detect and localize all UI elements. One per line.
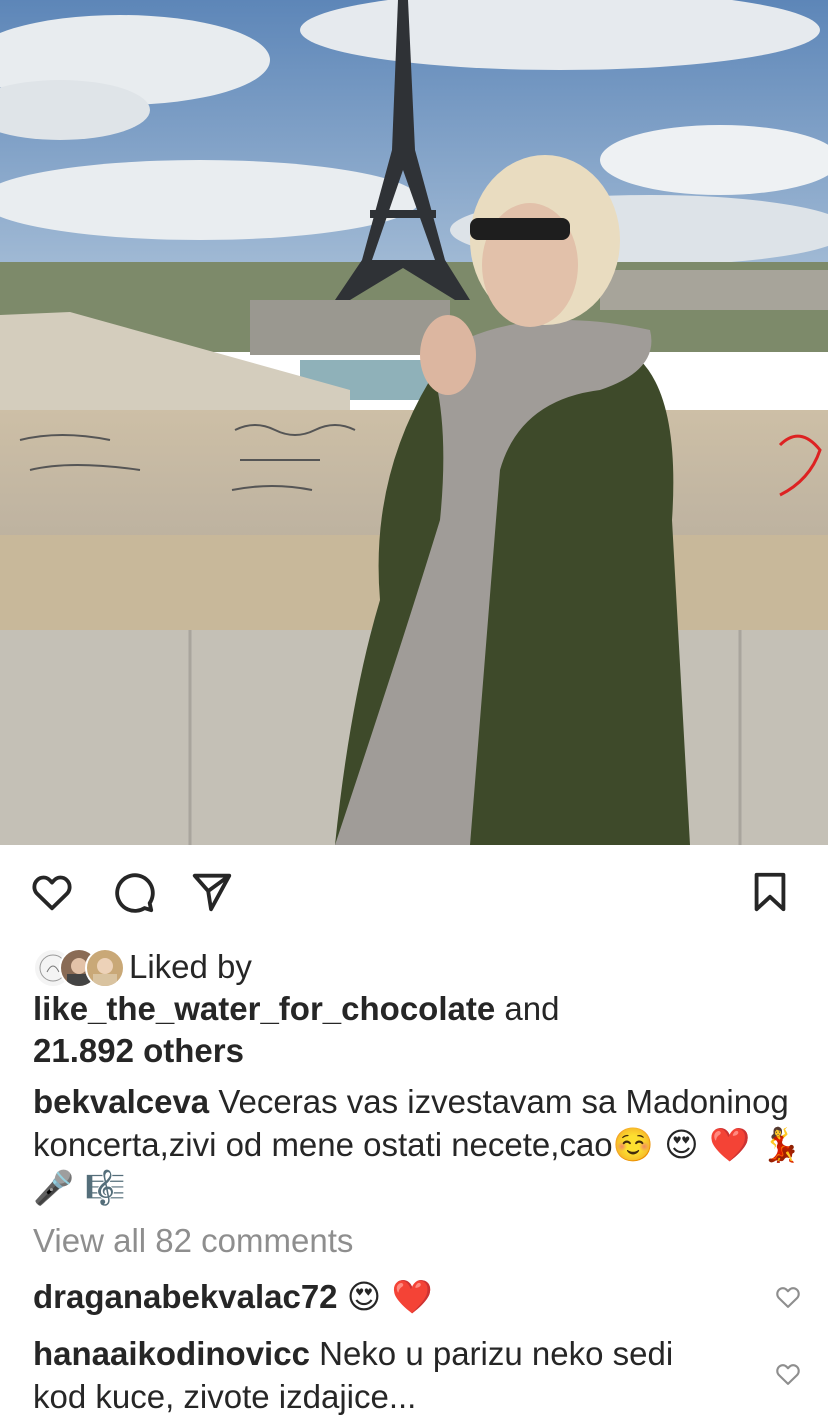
- likes-section: Liked by like_the_water_for_chocolate an…: [33, 946, 793, 1072]
- like-button[interactable]: [28, 868, 76, 916]
- comment-username-link[interactable]: hanaaikodinovicc: [33, 1335, 310, 1372]
- bookmark-icon: [754, 872, 786, 912]
- share-button[interactable]: [188, 868, 236, 916]
- comment-item: hanaaikodinovicc Neko u parizu neko sedi…: [33, 1332, 733, 1418]
- comment-like-button[interactable]: [774, 1283, 802, 1311]
- save-button[interactable]: [746, 868, 794, 916]
- comment-username-link[interactable]: draganabekvalac72: [33, 1278, 338, 1315]
- others-count-link[interactable]: 21.892 others: [33, 1032, 244, 1069]
- heart-icon: [32, 875, 72, 911]
- liker-avatars[interactable]: [33, 948, 125, 988]
- heart-icon: [776, 1287, 800, 1308]
- comment-like-button[interactable]: [774, 1360, 802, 1388]
- caption-username-link[interactable]: bekvalceva: [33, 1083, 209, 1120]
- comment-text: 😍 ❤️: [346, 1277, 433, 1316]
- liked-by-label: Liked by: [129, 948, 252, 985]
- comment-bubble-icon: [115, 873, 155, 913]
- action-bar: [0, 868, 828, 916]
- and-label: and: [504, 990, 560, 1027]
- avatar: [85, 948, 125, 988]
- paper-plane-icon: [192, 873, 232, 912]
- post-caption: bekvalceva Veceras vas izvestavam sa Mad…: [33, 1080, 803, 1209]
- view-all-comments-link[interactable]: View all 82 comments: [33, 1219, 353, 1262]
- post-photo[interactable]: [0, 0, 828, 845]
- post-image: [0, 0, 828, 845]
- comment-item: draganabekvalac72 😍 ❤️: [33, 1275, 733, 1318]
- comment-button[interactable]: [109, 868, 157, 916]
- heart-icon: [776, 1364, 800, 1385]
- liker-username-link[interactable]: like_the_water_for_chocolate: [33, 990, 495, 1027]
